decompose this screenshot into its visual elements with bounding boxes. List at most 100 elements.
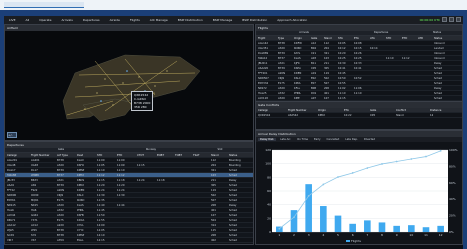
column-header[interactable]: Flight Number	[286, 109, 316, 112]
x-tick-label: 5	[337, 233, 339, 237]
menu-item[interactable]: LIVE	[7, 18, 18, 22]
table-cell: ENY61	[7, 198, 16, 202]
column-header[interactable]: Acf Type	[55, 154, 75, 157]
column-header[interactable]: Stand	[322, 37, 336, 40]
column-header[interactable]: Stand	[209, 154, 227, 157]
table-cell: 507	[324, 81, 329, 85]
menu-item[interactable]: Approach Allocation	[275, 18, 309, 22]
column-header[interactable]: Origin	[316, 109, 342, 112]
column-header[interactable]: STD	[384, 37, 400, 40]
column-group-header: Departures	[373, 31, 389, 34]
table-cell: 204	[324, 46, 329, 50]
chart-tab[interactable]: Early	[312, 138, 323, 141]
column-header[interactable]: ETD	[400, 37, 416, 40]
table-cell: 11:02	[338, 86, 346, 90]
table-cell: KMIA	[294, 81, 301, 85]
table-cell: A320	[57, 163, 64, 167]
table-row[interactable]: QXR1542 AS2542 KPDX 10:22 C05 Stand 12	[256, 113, 462, 118]
table-cell: QXR1542	[258, 113, 271, 117]
column-header[interactable]: CTOT	[135, 154, 155, 157]
y-tick-label: 20	[267, 216, 271, 220]
menu-status-area: 00:00:00 UTC	[420, 17, 461, 22]
line-point	[425, 155, 427, 158]
clock-readout: 00:00:00 UTC	[419, 17, 440, 22]
chart-tab[interactable]: Diverted	[362, 138, 377, 141]
table-cell: 10:41	[354, 66, 362, 70]
column-header[interactable]: Type	[276, 37, 292, 40]
chart-tab[interactable]: Late Dep.	[343, 138, 360, 141]
table-cell: AAY118	[258, 96, 268, 100]
menu-item[interactable]: AIC Manage	[148, 18, 170, 22]
table-cell: Inbound	[434, 51, 445, 55]
table-cell: SWA12	[258, 56, 268, 60]
menu-item[interactable]: All	[24, 18, 32, 22]
close-button[interactable]	[456, 17, 461, 22]
chart-tab[interactable]: Late Arr.	[278, 138, 293, 141]
table-cell: 11:30	[97, 193, 105, 197]
legend-label: Flights	[351, 239, 361, 243]
table-cell: B738	[278, 41, 285, 45]
table-cell: A12	[311, 41, 317, 45]
column-header[interactable]: Status	[227, 154, 253, 157]
column-header[interactable]: EOBT	[155, 154, 173, 157]
table-cell: SKW90	[7, 193, 17, 197]
chart-tab[interactable]: Delay Dist.	[258, 138, 277, 141]
column-header[interactable]: Status	[432, 37, 462, 40]
column-header[interactable]: TOBT	[173, 154, 191, 157]
menu-item[interactable]: Operate	[37, 18, 53, 22]
table-cell: ASA9	[7, 183, 14, 187]
menu-item[interactable]: Departures	[81, 18, 102, 22]
column-header[interactable]: STD	[95, 154, 115, 157]
minimize-button[interactable]	[442, 17, 447, 22]
menu-item[interactable]: BSIP Distribution	[176, 18, 205, 22]
table-cell: AAL201	[7, 158, 18, 162]
y-tick-label: 120	[265, 148, 271, 152]
chart-tab[interactable]: Cancelled	[325, 138, 342, 141]
column-header[interactable]: Origin	[292, 37, 309, 40]
x-tick-label: 6	[352, 233, 354, 237]
table-cell: B738	[57, 233, 64, 237]
column-header[interactable]: ATA	[368, 37, 384, 40]
menu-item[interactable]: BSIP Manage	[211, 18, 234, 22]
gate-conflicts-table: Callsign Flight Number Origin ETA Gate Confli…	[256, 108, 462, 118]
table-cell: Inbound	[434, 56, 445, 60]
table-cell: JBU33	[7, 178, 15, 182]
maximize-button[interactable]	[449, 17, 454, 22]
column-header[interactable]: ETD	[115, 154, 135, 157]
column-header[interactable]: Dest	[75, 154, 95, 157]
column-header[interactable]: Callsign	[256, 109, 286, 112]
table-cell: SWA88	[7, 173, 17, 177]
column-header[interactable]: STA	[336, 37, 352, 40]
table-cell: Sched	[229, 173, 237, 177]
aircraft-label[interactable]: QXR1542 C-GKSO B738 2000 35R 280	[131, 91, 154, 111]
table-cell: HA6	[31, 208, 37, 212]
column-header[interactable]: ETA	[342, 109, 368, 112]
column-header[interactable]: TSAT	[191, 154, 209, 157]
menu-item[interactable]: BSIP Distribution	[240, 18, 269, 22]
table-cell: A320	[57, 203, 64, 207]
chart-tab[interactable]: On Time	[295, 138, 310, 141]
column-header[interactable]: ATD	[416, 37, 432, 40]
table-cell: 11:18	[117, 178, 125, 182]
x-tick-label: 3	[308, 233, 310, 237]
menu-item[interactable]: Airside	[108, 18, 122, 22]
table-row[interactable]: VIR7 VS7 A359 EGLL 12:15 402 Sched	[5, 238, 253, 243]
table-cell: E02	[311, 76, 316, 80]
column-header[interactable]: Conflict	[394, 109, 428, 112]
column-header[interactable]: ETA	[352, 37, 368, 40]
column-header[interactable]: Gate	[309, 37, 322, 40]
table-cell: F922	[31, 188, 38, 192]
airfield-map[interactable]: QXR1542 C-GKSO B738 2000 35R 280 +/-	[5, 31, 253, 140]
menu-item[interactable]: Flights	[128, 18, 142, 22]
menu-item[interactable]: Arrivals	[59, 18, 74, 22]
browser-tab[interactable]	[4, 2, 84, 8]
column-header[interactable]: Distance	[428, 109, 462, 112]
column-header[interactable]: Callsign	[5, 154, 29, 157]
table-cell: 305	[211, 183, 216, 187]
map-zoom-control[interactable]: +/-	[7, 132, 17, 138]
column-header[interactable]: Gate	[368, 109, 394, 112]
column-header[interactable]: Flight Number	[29, 154, 55, 157]
table-cell: MQ61	[31, 198, 39, 202]
table-cell: Sched	[229, 208, 237, 212]
column-header[interactable]: Flight	[256, 37, 276, 40]
